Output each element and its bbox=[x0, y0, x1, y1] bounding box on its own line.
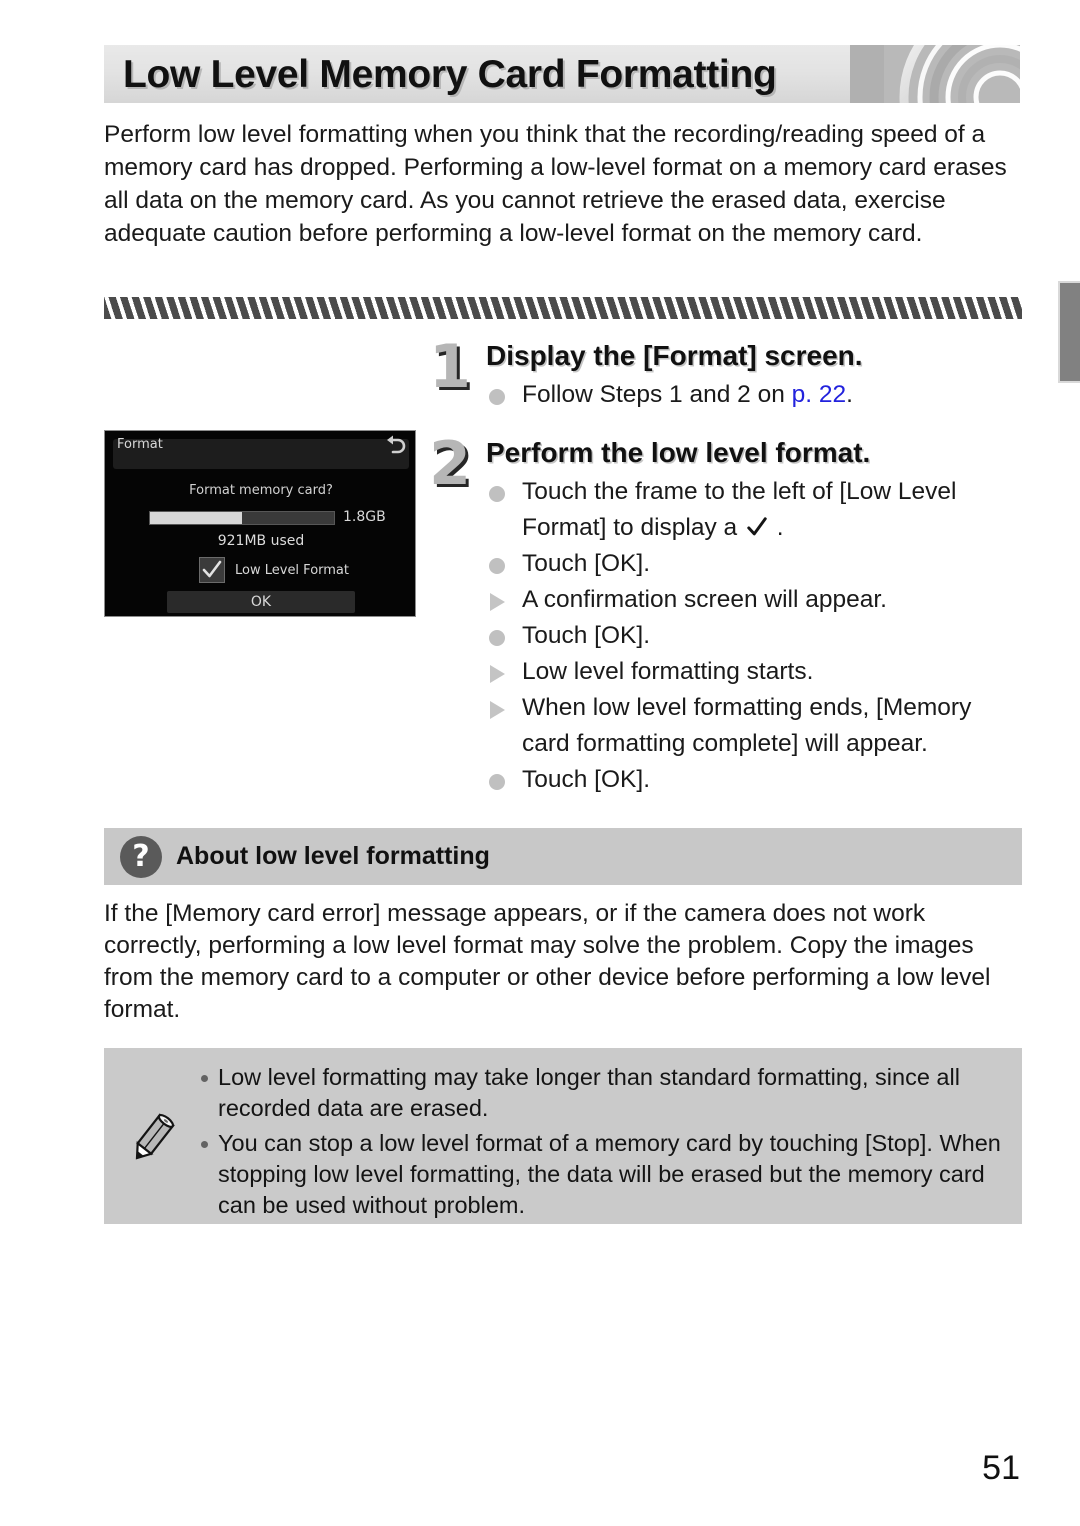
question-mark-icon: ? bbox=[120, 835, 162, 878]
notes-panel: Low level formatting may take longer tha… bbox=[104, 1048, 1022, 1224]
intro-paragraph: Perform low level formatting when you th… bbox=[104, 121, 1007, 247]
about-panel-body: If the [Memory card error] message appea… bbox=[104, 900, 991, 1023]
step-block-2: 2 Perform the low level format. Touch th… bbox=[428, 429, 1022, 798]
step-item: Touch [OK]. bbox=[486, 546, 1022, 582]
checkmark-icon bbox=[746, 513, 768, 536]
step-item: When low level formatting ends, [Memory … bbox=[486, 690, 1022, 762]
page-title: Low Level Memory Card Formatting bbox=[123, 53, 777, 96]
camera-capacity-label: 1.8GB bbox=[343, 509, 386, 525]
camera-ok-button[interactable]: OK bbox=[167, 591, 355, 613]
camera-capacity-bar-fill bbox=[150, 512, 242, 524]
step-item: Follow Steps 1 and 2 on p. 22. bbox=[486, 377, 1022, 413]
hatch-divider bbox=[104, 297, 1022, 319]
camera-checkbox-label: Low Level Format bbox=[235, 562, 349, 578]
camera-question-text: Format memory card? bbox=[189, 483, 333, 498]
pencil-icon bbox=[124, 1110, 180, 1166]
step-item-text: Follow Steps 1 and 2 on bbox=[522, 381, 792, 408]
note-item: Low level formatting may take longer tha… bbox=[200, 1062, 1004, 1124]
page-number: 51 bbox=[982, 1449, 1020, 1487]
step-item-text: Touch the frame to the left of [Low Leve… bbox=[522, 478, 957, 541]
return-arrow-icon[interactable] bbox=[383, 434, 409, 458]
step-number-2: 2 bbox=[429, 429, 471, 499]
step-number-1: 1 bbox=[429, 332, 471, 402]
about-panel-title: About low level formatting bbox=[176, 842, 490, 870]
steps-container: 1 Display the [Format] screen. Follow St… bbox=[428, 332, 1022, 800]
step-heading-1: Display the [Format] screen. bbox=[486, 340, 863, 371]
note-item: You can stop a low level format of a mem… bbox=[200, 1128, 1004, 1221]
step-item: Low level formatting starts. bbox=[486, 654, 1022, 690]
step-item-text-after: . bbox=[769, 514, 784, 541]
camera-screen-illustration: Format Format memory card? 1.8GB 921MB u… bbox=[104, 430, 416, 617]
step-item-text-after: . bbox=[846, 381, 853, 408]
camera-used-label: 921MB used bbox=[217, 533, 305, 549]
checkmark-icon bbox=[202, 560, 222, 578]
camera-screen-title: Format bbox=[117, 437, 163, 452]
chapter-edge-tab bbox=[1058, 281, 1080, 383]
step-item: A confirmation screen will appear. bbox=[486, 582, 1022, 618]
camera-checkbox[interactable] bbox=[199, 557, 225, 583]
step-item: Touch [OK]. bbox=[486, 618, 1022, 654]
step-item: Touch the frame to the left of [Low Leve… bbox=[486, 474, 1022, 546]
step-block-1: 1 Display the [Format] screen. Follow St… bbox=[428, 332, 1022, 413]
step-item: Touch [OK]. bbox=[486, 762, 1022, 798]
camera-capacity-bar bbox=[149, 511, 335, 525]
step-items-1: Follow Steps 1 and 2 on p. 22. bbox=[486, 377, 1022, 413]
about-panel-header: ? About low level formatting bbox=[104, 828, 1022, 885]
page-reference-link[interactable]: p. 22 bbox=[792, 381, 847, 408]
step-heading-2: Perform the low level format. bbox=[486, 437, 871, 468]
camera-low-level-format-row[interactable]: Low Level Format bbox=[199, 557, 349, 583]
step-items-2: Touch the frame to the left of [Low Leve… bbox=[486, 474, 1022, 798]
